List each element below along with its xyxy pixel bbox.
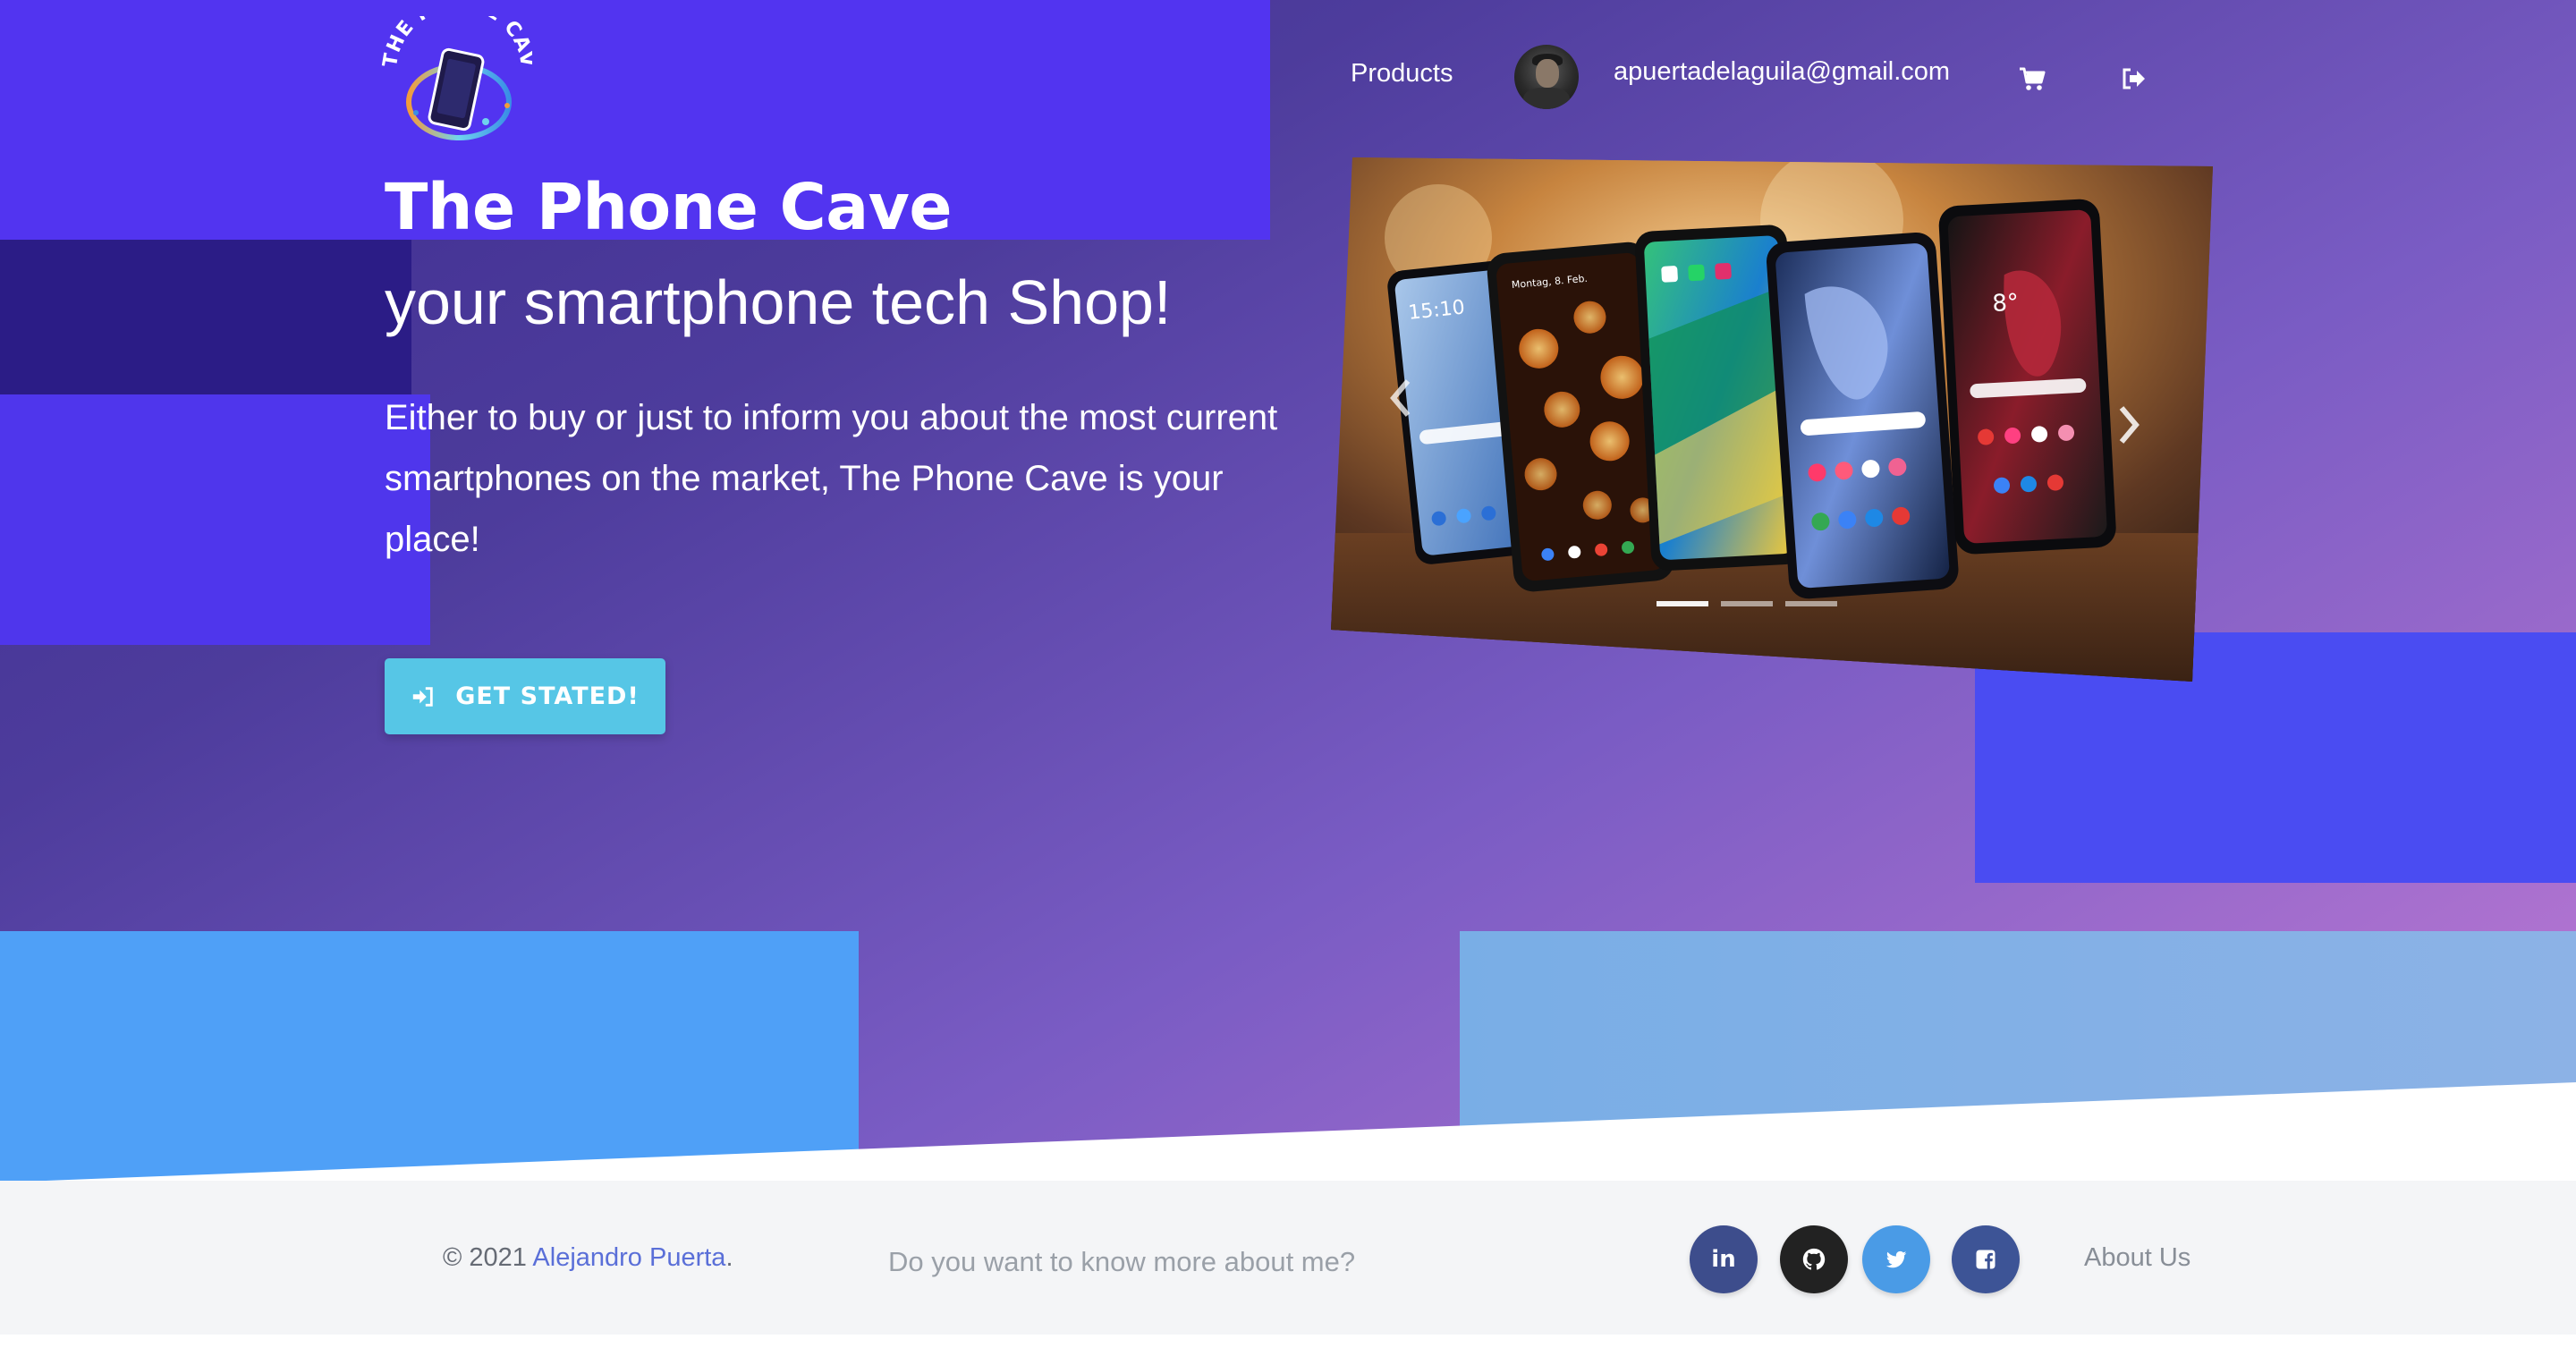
hero-description: Either to buy or just to inform you abou… bbox=[385, 398, 1278, 559]
twitter-button[interactable] bbox=[1862, 1225, 1930, 1293]
carousel-next-icon[interactable] bbox=[2116, 403, 2143, 447]
hero-title: The Phone Cave bbox=[385, 170, 953, 244]
author-link[interactable]: Alejandro Puerta bbox=[532, 1243, 725, 1272]
facebook-icon bbox=[1976, 1250, 1996, 1269]
carousel-indicator-1[interactable] bbox=[1657, 601, 1708, 606]
user-email[interactable]: apuertadelaguila@gmail.com bbox=[1614, 57, 1950, 87]
linkedin-icon: in bbox=[1711, 1246, 1736, 1273]
about-us-link[interactable]: About Us bbox=[2084, 1243, 2190, 1273]
know-more-text: Do you want to know more about me? bbox=[888, 1246, 1356, 1277]
user-avatar[interactable] bbox=[1514, 45, 1579, 109]
footer-bottom-strip bbox=[0, 1335, 2576, 1356]
github-button[interactable] bbox=[1780, 1225, 1848, 1293]
carousel-indicator-2[interactable] bbox=[1721, 601, 1773, 606]
phone-cave-logo[interactable]: THE PHONE CAVE bbox=[380, 16, 532, 141]
hero-block-left bbox=[0, 394, 430, 645]
linkedin-button[interactable]: in bbox=[1690, 1225, 1758, 1293]
phone5-temp: 8° bbox=[1992, 289, 2020, 318]
github-icon bbox=[1802, 1248, 1826, 1270]
copyright-prefix: © 2021 bbox=[443, 1243, 533, 1272]
page: THE PHONE CAVE Products apuertadelaguila… bbox=[0, 0, 2576, 1356]
sign-in-icon bbox=[413, 686, 433, 707]
logout-icon[interactable] bbox=[2120, 64, 2148, 93]
get-started-label: GET STATED! bbox=[455, 682, 640, 710]
copyright: © 2021 Alejandro Puerta. bbox=[443, 1243, 733, 1273]
copyright-suffix: . bbox=[725, 1243, 733, 1272]
facebook-button[interactable] bbox=[1952, 1225, 2020, 1293]
carousel-indicators bbox=[1657, 601, 1837, 606]
carousel-indicator-3[interactable] bbox=[1785, 601, 1837, 606]
hero-subtitle: your smartphone tech Shop! bbox=[385, 267, 1172, 337]
get-started-button[interactable]: GET STATED! bbox=[385, 658, 665, 734]
hero-block-dark bbox=[0, 240, 411, 394]
cart-icon[interactable] bbox=[2018, 64, 2046, 93]
twitter-icon bbox=[1885, 1250, 1907, 1268]
nav-products-link[interactable]: Products bbox=[1351, 59, 1453, 89]
carousel-prev-icon[interactable] bbox=[1386, 376, 1413, 420]
